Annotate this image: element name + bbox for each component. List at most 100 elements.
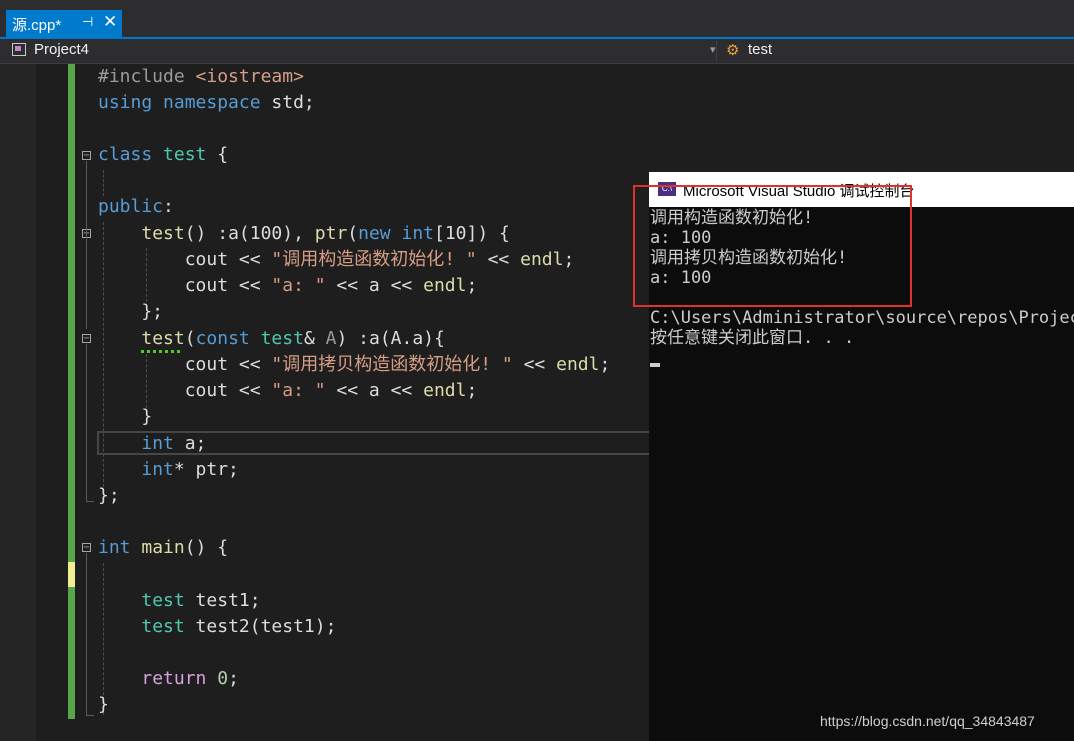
close-icon[interactable]: ✕ bbox=[103, 12, 117, 32]
annotation-highlight-box bbox=[633, 185, 912, 307]
code-token: new bbox=[358, 223, 391, 244]
outline-guide bbox=[86, 161, 87, 329]
code-token: endl bbox=[556, 354, 600, 375]
code-line[interactable]: }; bbox=[98, 483, 120, 509]
code-token: ptr bbox=[314, 223, 348, 244]
code-token: main bbox=[141, 537, 185, 558]
code-line[interactable]: class test { bbox=[98, 142, 228, 168]
collapse-icon[interactable]: − bbox=[82, 543, 91, 553]
code-line[interactable]: cout << "a: " << a << endl; bbox=[98, 378, 478, 404]
code-line[interactable]: public: bbox=[98, 194, 174, 220]
indent-guide bbox=[103, 170, 104, 196]
change-bar-saved bbox=[68, 64, 75, 562]
console-cursor bbox=[650, 363, 660, 367]
change-bar-saved bbox=[68, 587, 75, 719]
code-line[interactable]: } bbox=[98, 404, 152, 430]
project-dropdown[interactable]: Project4 ▾ bbox=[6, 39, 716, 63]
code-token: test bbox=[163, 144, 207, 165]
code-token: ; bbox=[228, 668, 239, 689]
code-token: int bbox=[401, 223, 434, 244]
code-token: }; bbox=[98, 301, 164, 322]
code-token: <iostream> bbox=[195, 66, 304, 87]
code-line[interactable]: cout << "调用拷贝构造函数初始化! " << endl; bbox=[98, 352, 611, 378]
code-token: ( bbox=[184, 328, 196, 349]
outline-guide bbox=[86, 501, 94, 502]
member-dropdown[interactable]: ⚙ test bbox=[720, 39, 1074, 63]
code-token: endl bbox=[520, 249, 564, 270]
collapse-icon[interactable]: − bbox=[82, 334, 91, 344]
code-line[interactable]: test() :a(100), ptr(new int[10]) { bbox=[98, 221, 510, 247]
code-token: test2(test1); bbox=[184, 616, 337, 637]
code-token: "a: " bbox=[271, 275, 326, 296]
code-token: test bbox=[141, 590, 185, 611]
project-icon bbox=[12, 43, 26, 56]
outline-guide bbox=[86, 553, 87, 715]
project-label: Project4 bbox=[34, 41, 90, 58]
collapse-icon[interactable]: − bbox=[82, 151, 91, 161]
code-line[interactable]: test(const test& A) :a(A.a){ bbox=[98, 326, 445, 352]
code-token: return bbox=[141, 668, 207, 689]
code-token: public bbox=[98, 196, 164, 217]
code-token: [10]) { bbox=[434, 223, 510, 244]
code-token: const bbox=[195, 328, 250, 349]
code-token: "调用构造函数初始化! " bbox=[271, 249, 477, 270]
code-line[interactable]: int a; bbox=[98, 431, 206, 457]
code-token: "a: " bbox=[271, 380, 326, 401]
code-token: endl bbox=[423, 275, 467, 296]
navbar-divider bbox=[716, 41, 717, 61]
code-line[interactable]: test test2(test1); bbox=[98, 614, 336, 640]
outline-guide bbox=[86, 344, 87, 502]
code-token: class bbox=[98, 144, 153, 165]
code-line[interactable]: }; bbox=[98, 299, 163, 325]
code-line[interactable]: using namespace std; bbox=[98, 90, 315, 116]
code-token: test bbox=[141, 223, 185, 244]
code-token: std; bbox=[260, 92, 315, 113]
code-token: "调用拷贝构造函数初始化! " bbox=[271, 354, 513, 375]
code-token: test bbox=[260, 328, 304, 349]
chevron-down-icon[interactable]: ▾ bbox=[710, 43, 716, 56]
code-token: * ptr; bbox=[173, 459, 239, 480]
code-token: a; bbox=[173, 433, 207, 454]
pin-icon[interactable]: ⊣ bbox=[82, 14, 93, 30]
code-line[interactable]: cout << "a: " << a << endl; bbox=[98, 273, 478, 299]
console-prompt-line: 按任意键关闭此窗口. . . bbox=[650, 328, 855, 348]
code-token: () { bbox=[184, 537, 229, 558]
tab-source-cpp[interactable]: 源.cpp* ⊣ ✕ bbox=[6, 10, 122, 37]
code-line[interactable]: cout << "调用构造函数初始化! " << endl; bbox=[98, 247, 575, 273]
console-path-line: C:\Users\Administrator\source\repos\Proj… bbox=[650, 308, 1074, 328]
code-line[interactable]: int main() { bbox=[98, 535, 228, 561]
code-token: namespace bbox=[163, 92, 261, 113]
code-token: ) :a(A.a){ bbox=[336, 328, 445, 349]
tab-label: 源.cpp* bbox=[12, 17, 62, 34]
code-line[interactable]: } bbox=[98, 692, 109, 718]
code-token: ; bbox=[563, 249, 575, 270]
document-tab-strip: 源.cpp* ⊣ ✕ bbox=[0, 0, 1074, 39]
code-token: cout << bbox=[98, 380, 272, 401]
code-token: << bbox=[512, 354, 557, 375]
code-token: }; bbox=[98, 485, 120, 506]
change-bar-unsaved bbox=[68, 562, 75, 587]
code-token: cout << bbox=[98, 249, 272, 270]
code-token: ( bbox=[347, 223, 359, 244]
code-line[interactable]: return 0; bbox=[98, 666, 239, 692]
class-icon: ⚙ bbox=[726, 42, 740, 59]
code-token: cout << bbox=[98, 354, 272, 375]
code-token: int bbox=[98, 537, 131, 558]
code-line[interactable]: test test1; bbox=[98, 588, 260, 614]
code-token: & bbox=[303, 328, 326, 349]
code-line[interactable]: int* ptr; bbox=[98, 457, 239, 483]
code-token: int bbox=[141, 433, 174, 454]
code-token: test bbox=[141, 328, 185, 349]
code-token: { bbox=[206, 144, 229, 165]
code-line[interactable]: #include <iostream> bbox=[98, 64, 304, 90]
